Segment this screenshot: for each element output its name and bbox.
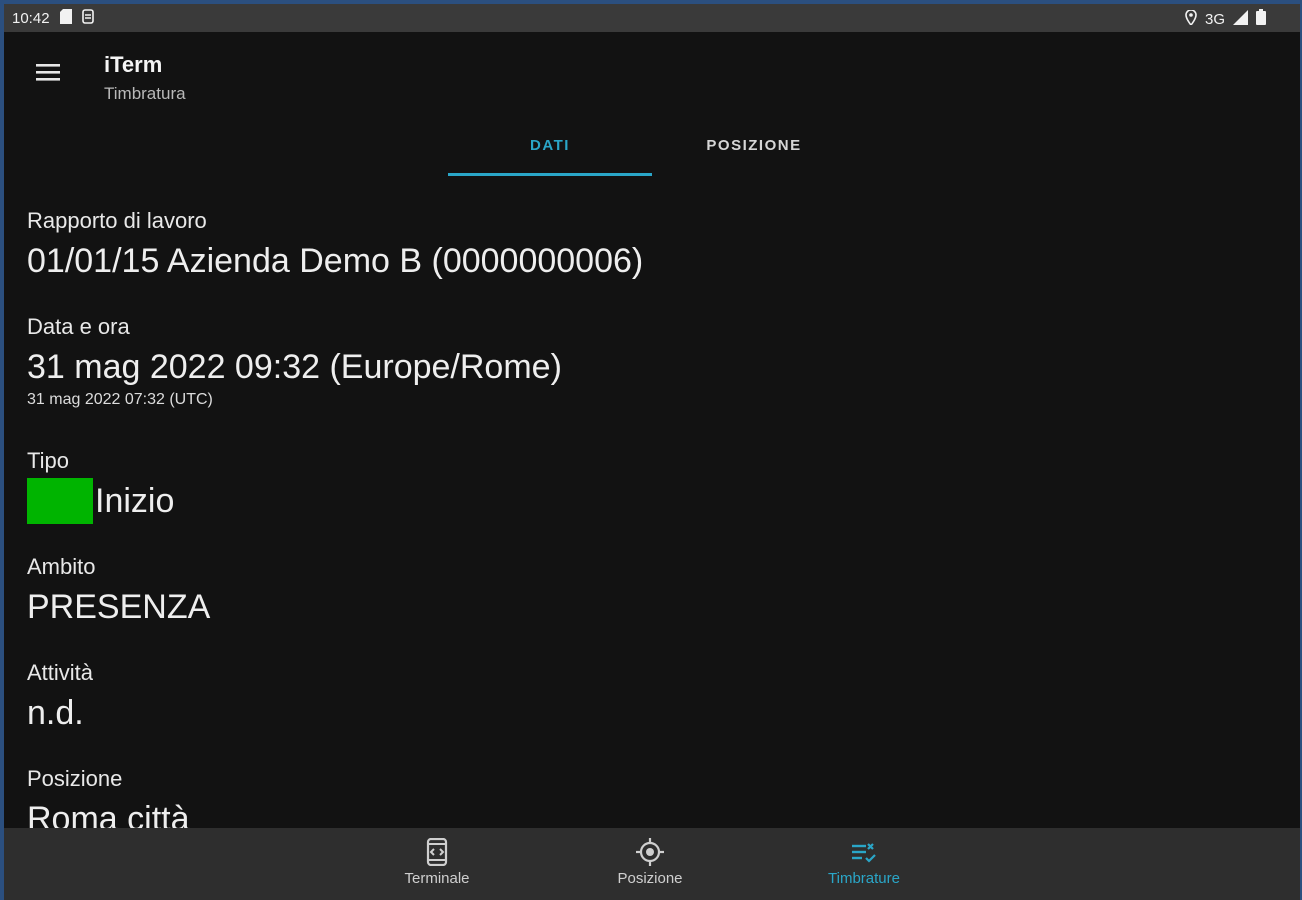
sd-card-icon [59, 9, 72, 28]
field-posizione: Posizione Roma città [27, 766, 190, 832]
timbratura-details: Rapporto di lavoro 01/01/15 Azienda Demo… [27, 176, 1277, 832]
data-label: Data e ora [27, 314, 130, 339]
location-icon [1185, 8, 1197, 29]
battery-icon [1256, 9, 1266, 29]
bottom-navigation: Terminale Posizione Timbrature [4, 828, 1300, 900]
status-time: 10:42 [12, 10, 50, 27]
device-screen: 10:42 3G iTerm Timbratura DATI POSIZIONE… [4, 4, 1300, 900]
attivita-value: n.d. [27, 694, 84, 732]
signal-icon [1233, 9, 1248, 29]
hamburger-menu-icon [36, 64, 60, 81]
attivita-label: Attività [27, 660, 94, 685]
field-ambito: Ambito PRESENZA [27, 554, 210, 627]
data-utc-value: 31 mag 2022 07:32 (UTC) [27, 391, 213, 408]
nav-posizione[interactable]: Posizione [580, 838, 720, 894]
rapporto-label: Rapporto di lavoro [27, 208, 207, 233]
nav-posizione-label: Posizione [617, 870, 683, 887]
posizione-label: Posizione [27, 766, 123, 791]
field-data-ora: Data e ora 31 mag 2022 09:32 (Europe/Rom… [27, 314, 562, 409]
tab-bar: DATI POSIZIONE [448, 114, 856, 176]
tab-dati[interactable]: DATI [448, 114, 652, 176]
nav-timbrature-label: Timbrature [828, 870, 900, 887]
terminal-icon [426, 838, 448, 866]
app-title: iTerm [104, 52, 163, 77]
tipo-value: Inizio [95, 481, 175, 520]
tipo-row: Inizio [27, 478, 174, 524]
field-rapporto: Rapporto di lavoro 01/01/15 Azienda Demo… [27, 208, 643, 281]
ambito-label: Ambito [27, 554, 96, 579]
tipo-color-swatch [27, 478, 93, 524]
timbrature-icon [852, 843, 876, 863]
tipo-label: Tipo [27, 448, 69, 473]
field-tipo: Tipo Inizio [27, 448, 174, 524]
nav-timbrature[interactable]: Timbrature [794, 838, 934, 894]
nav-terminale-label: Terminale [404, 870, 470, 887]
field-attivita: Attività n.d. [27, 660, 93, 733]
network-type: 3G [1204, 10, 1225, 28]
tab-posizione[interactable]: POSIZIONE [652, 114, 856, 176]
ambito-value: PRESENZA [27, 588, 211, 626]
crosshair-icon [636, 838, 664, 866]
nav-terminale[interactable]: Terminale [367, 838, 507, 894]
app-subtitle: Timbratura [104, 84, 186, 103]
status-bar: 10:42 3G [4, 4, 1300, 32]
app-bar: iTerm Timbratura [4, 32, 1300, 114]
rapporto-value: 01/01/15 Azienda Demo B (0000000006) [27, 242, 644, 280]
data-value: 31 mag 2022 09:32 (Europe/Rome) [27, 348, 562, 386]
menu-button[interactable] [30, 54, 66, 90]
sim-icon [81, 9, 94, 28]
